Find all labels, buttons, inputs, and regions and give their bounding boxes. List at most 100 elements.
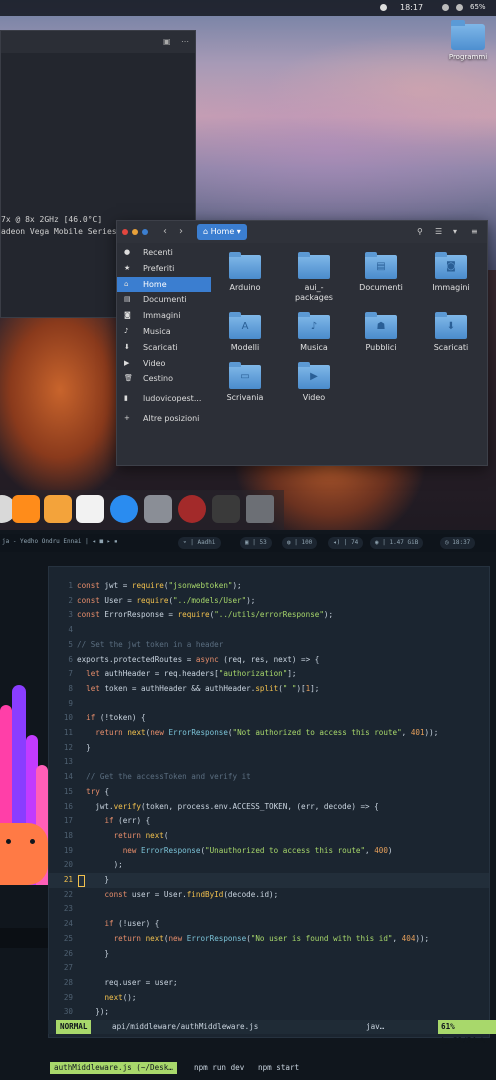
tmux-window-tab[interactable]: npm start	[254, 1062, 303, 1074]
folder-item[interactable]: ▭ Scrivania	[215, 362, 275, 403]
code-line[interactable]: 14 // Get the accessToken and verify it	[49, 770, 489, 785]
code-line[interactable]: 9	[49, 697, 489, 712]
minimize-button[interactable]	[132, 229, 138, 235]
maximize-button[interactable]	[142, 229, 148, 235]
sidebar-item[interactable]: ⬇ Scaricati	[117, 340, 211, 356]
forward-icon[interactable]: ›	[179, 226, 183, 237]
code-line[interactable]: 30 });	[49, 1005, 489, 1020]
code-line[interactable]: 3 const ErrorResponse = require("../utils…	[49, 608, 489, 623]
code-line[interactable]: 11 return next(new ErrorResponse("Not au…	[49, 726, 489, 741]
home-icon: ⌂	[124, 279, 129, 288]
battery-indicator[interactable]: 65%	[470, 3, 486, 11]
sidebar-item[interactable]: ▤ Documenti	[117, 292, 211, 308]
tmux-window-tab[interactable]: npm run dev	[190, 1062, 248, 1074]
sidebar-item[interactable]: ● Recenti	[117, 245, 211, 261]
maximize-icon[interactable]: ▣	[163, 37, 171, 46]
notification-icon[interactable]	[380, 4, 387, 11]
code-line[interactable]: 21 }	[49, 873, 489, 888]
folder-item[interactable]: ▤ Documenti	[351, 252, 411, 293]
line-number: 18	[63, 830, 73, 840]
file-manager-headerbar[interactable]: ‹ › ⌂ Home ▾ ⚲ ☰ ▾ ≡	[117, 221, 487, 243]
code-editor[interactable]: 1 const jwt = require("jsonwebtoken"); 2 co…	[48, 566, 490, 1038]
close-button[interactable]	[122, 229, 128, 235]
code-line[interactable]: 7 let authHeader = req.headers["authoriz…	[49, 667, 489, 682]
folder-item[interactable]: aui_- packages	[284, 252, 344, 303]
sidebar-item[interactable]: ◙ Immagini	[117, 308, 211, 324]
folder-emblem-icon: ⬇	[446, 321, 456, 332]
code-line[interactable]: 2 const User = require("../models/User");	[49, 594, 489, 609]
terminal-titlebar[interactable]: ▣ ⋯	[1, 31, 195, 53]
cursor-position: 61% ㏑:21/34≡%:1	[438, 1020, 496, 1045]
desktop-icon-programmi[interactable]: Programmi	[446, 20, 490, 61]
code-line[interactable]: 5 // Set the jwt token in a header	[49, 638, 489, 653]
vlc-icon[interactable]	[12, 495, 40, 523]
wifi-widget[interactable]: ⌔ | Aadhi	[178, 537, 221, 549]
location-home-button[interactable]: ⌂ Home ▾	[197, 224, 247, 240]
disk-widget[interactable]: ◉ | 1.47 GiB	[370, 537, 424, 549]
folder-item[interactable]: ⬇ Scaricati	[421, 312, 481, 353]
notes-icon[interactable]	[44, 495, 72, 523]
code-line[interactable]: 6 exports.protectedRoutes = async (req, r…	[49, 653, 489, 668]
network-icon[interactable]	[442, 4, 449, 11]
sidebar-item[interactable]: ★ Preferiti	[117, 261, 211, 277]
file-manager-window[interactable]: ‹ › ⌂ Home ▾ ⚲ ☰ ▾ ≡ ● Recenti ★ Preferiti ⌂…	[116, 220, 488, 466]
sidebar-item[interactable]: ▮ ludovicopest...	[117, 391, 211, 407]
list-view-icon[interactable]: ☰	[435, 227, 442, 236]
scissors-icon[interactable]	[212, 495, 240, 523]
code-line[interactable]: 19 new ErrorResponse("Unauthorized to ac…	[49, 844, 489, 859]
sidebar-item[interactable]: ▶ Video	[117, 356, 211, 372]
desktop: 18:17 65% Programmi ▣ ⋯ 7x @ 8x 2GHz [46…	[0, 0, 496, 530]
code-line[interactable]: 1 const jwt = require("jsonwebtoken");	[49, 579, 489, 594]
code-line[interactable]: 8 let token = authHeader && authHeader.s…	[49, 682, 489, 697]
code-line[interactable]: 24 if (!user) {	[49, 917, 489, 932]
cpu-widget[interactable]: ▣ | 53	[240, 537, 272, 549]
sidebar-item[interactable]: + Altre posizioni	[117, 411, 211, 427]
folder-item[interactable]: ◙ Immagini	[421, 252, 481, 293]
code-line[interactable]: 27	[49, 961, 489, 976]
line-content: exports.protectedRoutes = async (req, re…	[77, 654, 320, 664]
tmux-window-tab[interactable]: authMiddleware.js (~/Desk…	[50, 1062, 177, 1074]
app-store-icon[interactable]	[110, 495, 138, 523]
code-line[interactable]: 20 );	[49, 858, 489, 873]
volume-icon[interactable]	[456, 4, 463, 11]
line-number: 2	[68, 595, 73, 605]
code-line[interactable]: 29 next();	[49, 991, 489, 1006]
line-content: next();	[104, 992, 137, 1002]
code-line[interactable]: 23	[49, 902, 489, 917]
menu-dots-icon[interactable]: ⋯	[181, 37, 189, 46]
code-line[interactable]: 16 jwt.verify(token, process.env.ACCESS_…	[49, 800, 489, 815]
code-line[interactable]: 18 return next(	[49, 829, 489, 844]
sidebar-item[interactable]: 🗑 Cestino	[117, 371, 211, 387]
code-line[interactable]: 22 const user = User.findById(decode.id)…	[49, 888, 489, 903]
folder-item[interactable]: ☗ Pubblici	[351, 312, 411, 353]
volume-widget[interactable]: ◂) | 74	[328, 537, 364, 549]
sidebar-item[interactable]: ⌂ Home	[117, 276, 211, 293]
folder-item[interactable]: ♪ Musica	[284, 312, 344, 353]
clock-widget[interactable]: ◷ 18:37	[440, 537, 476, 549]
view-options-icon[interactable]: ▾	[453, 227, 457, 236]
code-line[interactable]: 10 if (!token) {	[49, 711, 489, 726]
calendar-icon[interactable]	[76, 495, 104, 523]
folder-item[interactable]: A Modelli	[215, 312, 275, 353]
code-line[interactable]: 4	[49, 623, 489, 638]
menu-icon[interactable]: ≡	[471, 227, 478, 236]
code-line[interactable]: 12 }	[49, 741, 489, 756]
search-icon[interactable]: ⚲	[417, 227, 423, 236]
time-machine-icon[interactable]	[178, 495, 206, 523]
code-line[interactable]: 13	[49, 755, 489, 770]
now-playing[interactable]: ja - Yedho Ondru Ennai | ◂ ■ ▸ ▪	[2, 538, 118, 545]
memory-widget[interactable]: ◍ | 100	[282, 537, 318, 549]
code-line[interactable]: 28 req.user = user;	[49, 976, 489, 991]
places-sidebar: ● Recenti ★ Preferiti ⌂ Home ▤ Documenti ◙ Immagi…	[117, 245, 211, 427]
folder-item[interactable]: Arduino	[215, 252, 275, 293]
code-line[interactable]: 26 }	[49, 947, 489, 962]
sidebar-item[interactable]: ♪ Musica	[117, 324, 211, 340]
folder-item[interactable]: ▶ Video	[284, 362, 344, 403]
code-line[interactable]: 17 if (err) {	[49, 814, 489, 829]
code-line[interactable]: 25 return next(new ErrorResponse("No use…	[49, 932, 489, 947]
code-line[interactable]: 15 try {	[49, 785, 489, 800]
trash-icon[interactable]	[246, 495, 274, 523]
system-settings-icon[interactable]	[144, 495, 172, 523]
back-icon[interactable]: ‹	[163, 226, 167, 237]
panel-clock[interactable]: 18:17	[400, 3, 423, 12]
